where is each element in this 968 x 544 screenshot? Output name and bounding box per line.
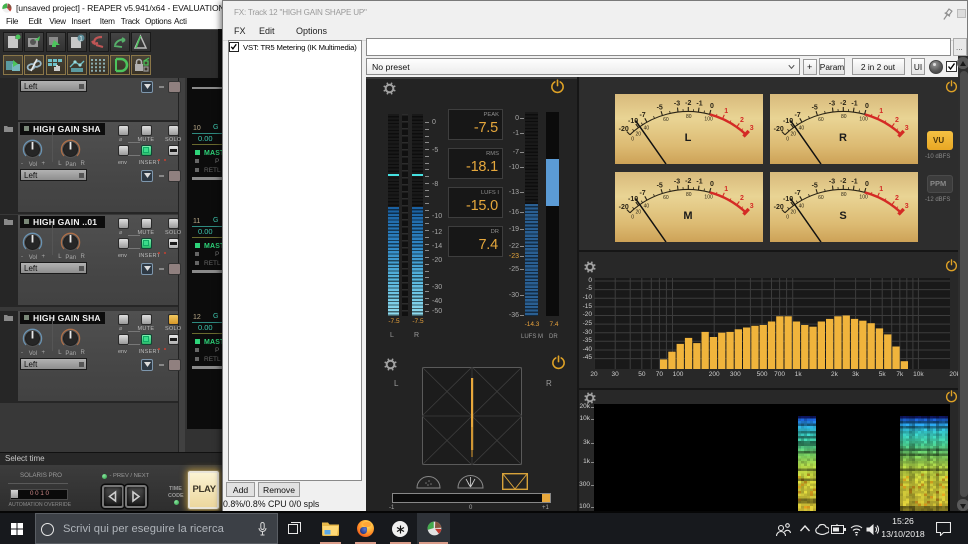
svg-text:M: M (683, 210, 692, 222)
svg-text:1: 1 (724, 108, 728, 115)
svg-text:100: 100 (704, 195, 713, 201)
svg-text:0: 0 (631, 214, 634, 220)
svg-text:0: 0 (710, 103, 714, 110)
svg-text:-2: -2 (840, 100, 846, 107)
svg-text:-3: -3 (829, 101, 835, 108)
svg-text:-5: -5 (657, 104, 663, 111)
svg-text:-20: -20 (774, 204, 784, 211)
svg-text:-3: -3 (829, 179, 835, 186)
svg-text:-7: -7 (639, 190, 645, 197)
svg-text:80: 80 (686, 114, 692, 120)
svg-text:20: 20 (791, 131, 797, 137)
svg-text:-2: -2 (685, 100, 691, 107)
svg-text:0: 0 (631, 136, 634, 142)
svg-text:0: 0 (865, 103, 869, 110)
svg-text:3: 3 (750, 125, 754, 132)
svg-text:1: 1 (879, 108, 883, 115)
svg-text:40: 40 (644, 126, 650, 132)
svg-text:2: 2 (740, 195, 744, 202)
svg-text:-3: -3 (674, 101, 680, 108)
svg-text:-5: -5 (657, 182, 663, 189)
svg-text:-5: -5 (812, 182, 818, 189)
svg-text:2: 2 (895, 195, 899, 202)
svg-text:20: 20 (791, 209, 797, 215)
svg-text:3: 3 (750, 203, 754, 210)
svg-text:L: L (685, 132, 692, 144)
svg-text:100: 100 (859, 195, 868, 201)
svg-text:0: 0 (865, 181, 869, 188)
svg-text:-1: -1 (696, 179, 702, 186)
svg-text:1: 1 (724, 186, 728, 193)
svg-text:60: 60 (818, 195, 824, 201)
svg-text:-20: -20 (619, 126, 629, 133)
svg-text:0: 0 (786, 214, 789, 220)
svg-text:-1: -1 (851, 179, 857, 186)
svg-text:80: 80 (841, 114, 847, 120)
svg-text:-5: -5 (812, 104, 818, 111)
svg-text:-3: -3 (674, 179, 680, 186)
svg-text:60: 60 (663, 195, 669, 201)
svg-text:-7: -7 (639, 112, 645, 119)
svg-text:40: 40 (799, 126, 805, 132)
svg-text:60: 60 (663, 117, 669, 123)
svg-text:S: S (839, 210, 846, 222)
svg-text:-2: -2 (840, 178, 846, 185)
svg-text:20: 20 (636, 209, 642, 215)
svg-text:-7: -7 (794, 190, 800, 197)
svg-text:R: R (839, 132, 847, 144)
svg-text:2: 2 (740, 117, 744, 124)
svg-text:80: 80 (841, 192, 847, 198)
svg-text:40: 40 (644, 204, 650, 210)
svg-text:-20: -20 (619, 204, 629, 211)
svg-text:-20: -20 (774, 126, 784, 133)
svg-text:1: 1 (879, 186, 883, 193)
svg-text:100: 100 (859, 117, 868, 123)
svg-text:-1: -1 (696, 101, 702, 108)
svg-text:-7: -7 (794, 112, 800, 119)
svg-text:-2: -2 (685, 178, 691, 185)
svg-text:40: 40 (799, 204, 805, 210)
svg-text:3: 3 (905, 203, 909, 210)
svg-text:20: 20 (636, 131, 642, 137)
svg-text:100: 100 (704, 117, 713, 123)
svg-text:-1: -1 (851, 101, 857, 108)
svg-text:60: 60 (818, 117, 824, 123)
svg-text:3: 3 (905, 125, 909, 132)
svg-text:2: 2 (895, 117, 899, 124)
svg-text:0: 0 (710, 181, 714, 188)
svg-text:80: 80 (686, 192, 692, 198)
svg-text:0: 0 (786, 136, 789, 142)
